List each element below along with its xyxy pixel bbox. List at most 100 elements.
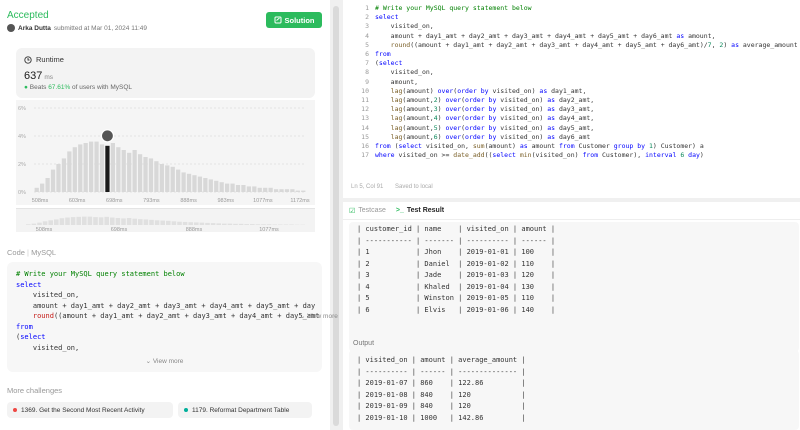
terminal-icon: >_	[395, 207, 404, 214]
bar	[176, 169, 181, 192]
bar	[137, 154, 143, 192]
runtime-card[interactable]: Runtime 637 ms ● Beats 67.61% of users wi…	[16, 48, 315, 98]
mini-bar	[199, 222, 205, 225]
mini-bar	[143, 219, 149, 225]
bar	[279, 189, 284, 192]
runtime-number: 637	[24, 70, 43, 82]
mini-bar	[227, 223, 233, 225]
mini-bar	[166, 220, 171, 225]
bar	[34, 187, 39, 192]
view-more-input-button[interactable]: ⌄ View more	[300, 312, 338, 320]
left-scrollbar[interactable]	[333, 6, 339, 426]
line-numbers: 1 2 3 4 5 6 7 8 9 10 11 12 13 14 15 16 17	[343, 4, 369, 160]
line-number: 15	[361, 132, 369, 141]
submission-panel: Accepted Arka Dutta submitted at Mar 01,…	[0, 0, 330, 430]
bar	[301, 190, 306, 192]
tab-testcase[interactable]: ☑ Testcase	[349, 207, 386, 215]
avatar[interactable]	[7, 24, 15, 32]
x-tick-label: 1172ms	[290, 198, 309, 204]
line-number: 16	[361, 142, 369, 151]
mini-bar	[126, 218, 132, 225]
mini-bar	[250, 224, 255, 225]
line-number: 10	[361, 86, 369, 95]
mini-bar	[26, 224, 31, 225]
line-number: 13	[361, 114, 369, 123]
bar	[186, 173, 192, 192]
bar	[170, 166, 175, 192]
runtime-label: Runtime	[24, 55, 64, 64]
mini-bar	[261, 224, 266, 225]
checkbox-icon: ☑	[349, 207, 356, 215]
mini-bar	[233, 223, 238, 225]
code-language: MySQL	[31, 248, 57, 257]
y-tick-label: 4%	[18, 134, 26, 140]
bar	[99, 144, 105, 192]
runtime-distribution-chart[interactable]: 6% 4% 2% 0% 508ms 603ms 698ms 793ms 888ms 983ms 10…	[16, 100, 315, 205]
chart-range-selector[interactable]: 508ms 698ms 888ms 1077ms	[16, 208, 315, 233]
mini-bar	[171, 221, 177, 225]
view-more-input-label: View more	[307, 313, 338, 320]
bar	[219, 182, 224, 192]
runtime-beats: ● Beats 67.61% of users with MySQL	[24, 84, 132, 91]
code-editor[interactable]: 1 2 3 4 5 6 7 8 9 10 11 12 13 14 15 16 17 # Write your M…	[343, 0, 800, 198]
bar	[246, 186, 251, 192]
beats-icon: ●	[24, 84, 28, 91]
mini-bar	[244, 224, 249, 225]
bar	[56, 164, 61, 192]
bar	[197, 176, 203, 192]
bar	[132, 150, 137, 192]
submitted-code-box[interactable]: # Write your MySQL query statement below…	[7, 262, 322, 372]
bar	[94, 141, 99, 192]
result-panel: ☑ Testcase >_ Test Result | customer_id …	[343, 202, 800, 430]
mini-tick-label: 888ms	[186, 227, 203, 233]
line-number: 9	[365, 77, 369, 86]
mini-bar	[188, 222, 193, 225]
chevron-down-icon: ⌄	[300, 313, 306, 320]
challenge-chip-1369[interactable]: 1369. Get the Second Most Recent Activit…	[7, 402, 173, 418]
submitted-code: # Write your MySQL query statement below…	[16, 270, 320, 352]
bar	[116, 147, 121, 192]
submitted-time: submitted at Mar 01, 2024 11:49	[53, 24, 147, 32]
bar	[214, 180, 219, 192]
x-tick-label: 983ms	[217, 198, 234, 204]
x-tick-label: 508ms	[32, 198, 49, 204]
tab-test-result[interactable]: >_ Test Result	[396, 207, 444, 214]
result-tabs: ☑ Testcase >_ Test Result	[343, 202, 800, 220]
bar	[268, 187, 273, 192]
line-number: 5	[365, 40, 369, 49]
author-name[interactable]: Arka Dutta	[18, 25, 51, 32]
bar	[154, 161, 159, 192]
difficulty-dot-icon	[13, 408, 17, 412]
y-tick-label: 6%	[18, 106, 26, 112]
mini-chart-svg: 508ms 698ms 888ms 1077ms	[26, 216, 305, 233]
runtime-unit: ms	[44, 74, 54, 81]
bar	[225, 183, 230, 192]
difficulty-dot-icon	[184, 408, 188, 412]
x-tick-label: 603ms	[69, 198, 86, 204]
solution-button[interactable]: Solution	[266, 12, 322, 28]
mini-bar	[31, 223, 37, 225]
bar	[61, 158, 67, 192]
challenge-chip-1179[interactable]: 1179. Reformat Department Table	[178, 402, 312, 418]
editor-code[interactable]: # Write your MySQL query statement below…	[375, 4, 798, 160]
mini-bar	[93, 217, 98, 225]
mini-bar	[98, 217, 104, 225]
input-table: | customer_id | name | visited_on | amou…	[357, 225, 556, 314]
challenge-title: 1369. Get the Second Most Recent Activit…	[21, 406, 145, 414]
user-avatar-marker	[100, 129, 115, 143]
output-table: | visited_on | amount | average_amount |…	[357, 356, 526, 422]
chevron-down-icon: ⌄	[145, 358, 152, 365]
mini-tick-label: 1077ms	[259, 227, 279, 233]
bar	[290, 189, 295, 192]
bar	[40, 183, 45, 192]
bar	[45, 178, 50, 192]
solution-label: Solution	[284, 15, 315, 25]
x-tick-label: 793ms	[143, 198, 160, 204]
bar	[67, 151, 72, 192]
line-number: 12	[361, 105, 369, 114]
mini-bar	[238, 223, 244, 225]
bar	[230, 183, 235, 192]
line-number: 3	[365, 22, 369, 31]
cursor-position: Ln 5, Col 91	[351, 184, 384, 190]
view-more-code-button[interactable]: ⌄ View more	[7, 357, 322, 365]
